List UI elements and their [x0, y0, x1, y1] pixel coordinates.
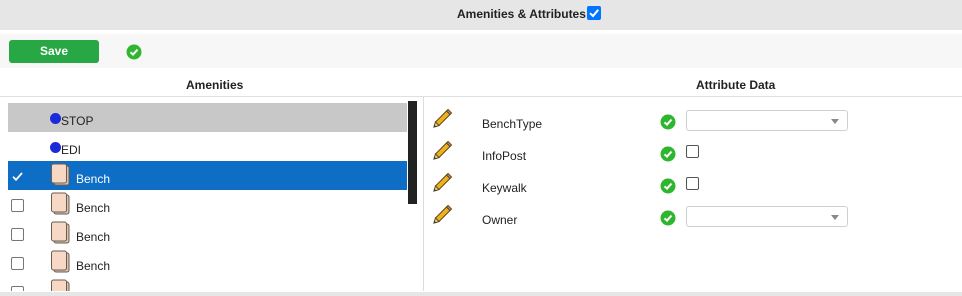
list-item-label: STOP — [61, 114, 94, 128]
check-circle-icon — [660, 178, 676, 197]
attribute-row-infopost: InfoPost — [430, 139, 960, 167]
attribute-row-owner: Owner — [430, 203, 960, 231]
title-checkbox[interactable] — [587, 6, 601, 20]
row-checkbox[interactable] — [11, 199, 24, 212]
title-bar: Amenities & Attributes — [0, 0, 962, 30]
list-item-label: Bench — [76, 172, 111, 186]
check-circle-icon — [660, 146, 676, 165]
list-item[interactable]: Bench — [8, 248, 407, 277]
list-item[interactable]: Bench — [8, 219, 407, 248]
list-item-label: EDI — [61, 143, 82, 157]
pencil-icon[interactable] — [430, 203, 454, 230]
document-icon — [50, 250, 72, 277]
blue-dot-icon — [50, 142, 61, 153]
bottom-bar — [0, 292, 962, 296]
document-icon — [50, 279, 72, 291]
list-item[interactable]: Bench — [8, 190, 407, 219]
list-item[interactable]: Bench — [8, 161, 407, 190]
amenities-list[interactable]: STOP EDI Bench Bench Bench Bench — [8, 101, 407, 291]
page-title: Amenities & Attributes — [457, 7, 586, 21]
pencil-icon[interactable] — [430, 171, 454, 198]
list-item-label: Bench — [76, 230, 111, 244]
benchtype-select[interactable] — [686, 110, 848, 131]
list-item[interactable]: STOP — [8, 103, 407, 132]
attribute-row-benchtype: BenchType — [430, 107, 960, 135]
row-checkbox[interactable] — [11, 286, 24, 291]
pencil-icon[interactable] — [430, 107, 454, 134]
check-circle-icon — [126, 44, 142, 63]
attribute-row-keywalk: Keywalk — [430, 171, 960, 199]
toolbar: Save — [0, 34, 962, 68]
list-item[interactable] — [8, 277, 407, 291]
keywalk-checkbox[interactable] — [686, 177, 699, 190]
document-icon — [50, 163, 72, 190]
row-checkbox[interactable] — [11, 228, 24, 241]
document-icon — [50, 192, 72, 219]
checkmark-icon — [12, 172, 23, 182]
row-checkbox[interactable] — [11, 257, 24, 270]
chevron-down-icon — [831, 215, 839, 220]
attribute-name: BenchType — [482, 117, 543, 131]
check-circle-icon — [660, 210, 676, 229]
checkmark-icon — [589, 9, 599, 18]
save-button[interactable]: Save — [9, 40, 99, 63]
attribute-name: Keywalk — [482, 181, 527, 195]
document-icon — [50, 221, 72, 248]
check-circle-icon — [660, 114, 676, 133]
owner-select[interactable] — [686, 206, 848, 227]
attribute-name: Owner — [482, 213, 518, 227]
infopost-checkbox[interactable] — [686, 145, 699, 158]
attribute-name: InfoPost — [482, 149, 527, 163]
row-checkbox[interactable] — [11, 170, 24, 183]
list-item-label: Bench — [76, 201, 111, 215]
panel-divider — [423, 97, 424, 291]
attribute-data-heading: Attribute Data — [696, 78, 776, 92]
chevron-down-icon — [831, 119, 839, 124]
divider — [0, 96, 962, 97]
list-item[interactable]: EDI — [8, 132, 407, 161]
amenities-scrollbar[interactable] — [408, 101, 417, 204]
amenities-heading: Amenities — [186, 78, 244, 92]
blue-dot-icon — [50, 113, 61, 124]
list-item-label: Bench — [76, 259, 111, 273]
pencil-icon[interactable] — [430, 139, 454, 166]
